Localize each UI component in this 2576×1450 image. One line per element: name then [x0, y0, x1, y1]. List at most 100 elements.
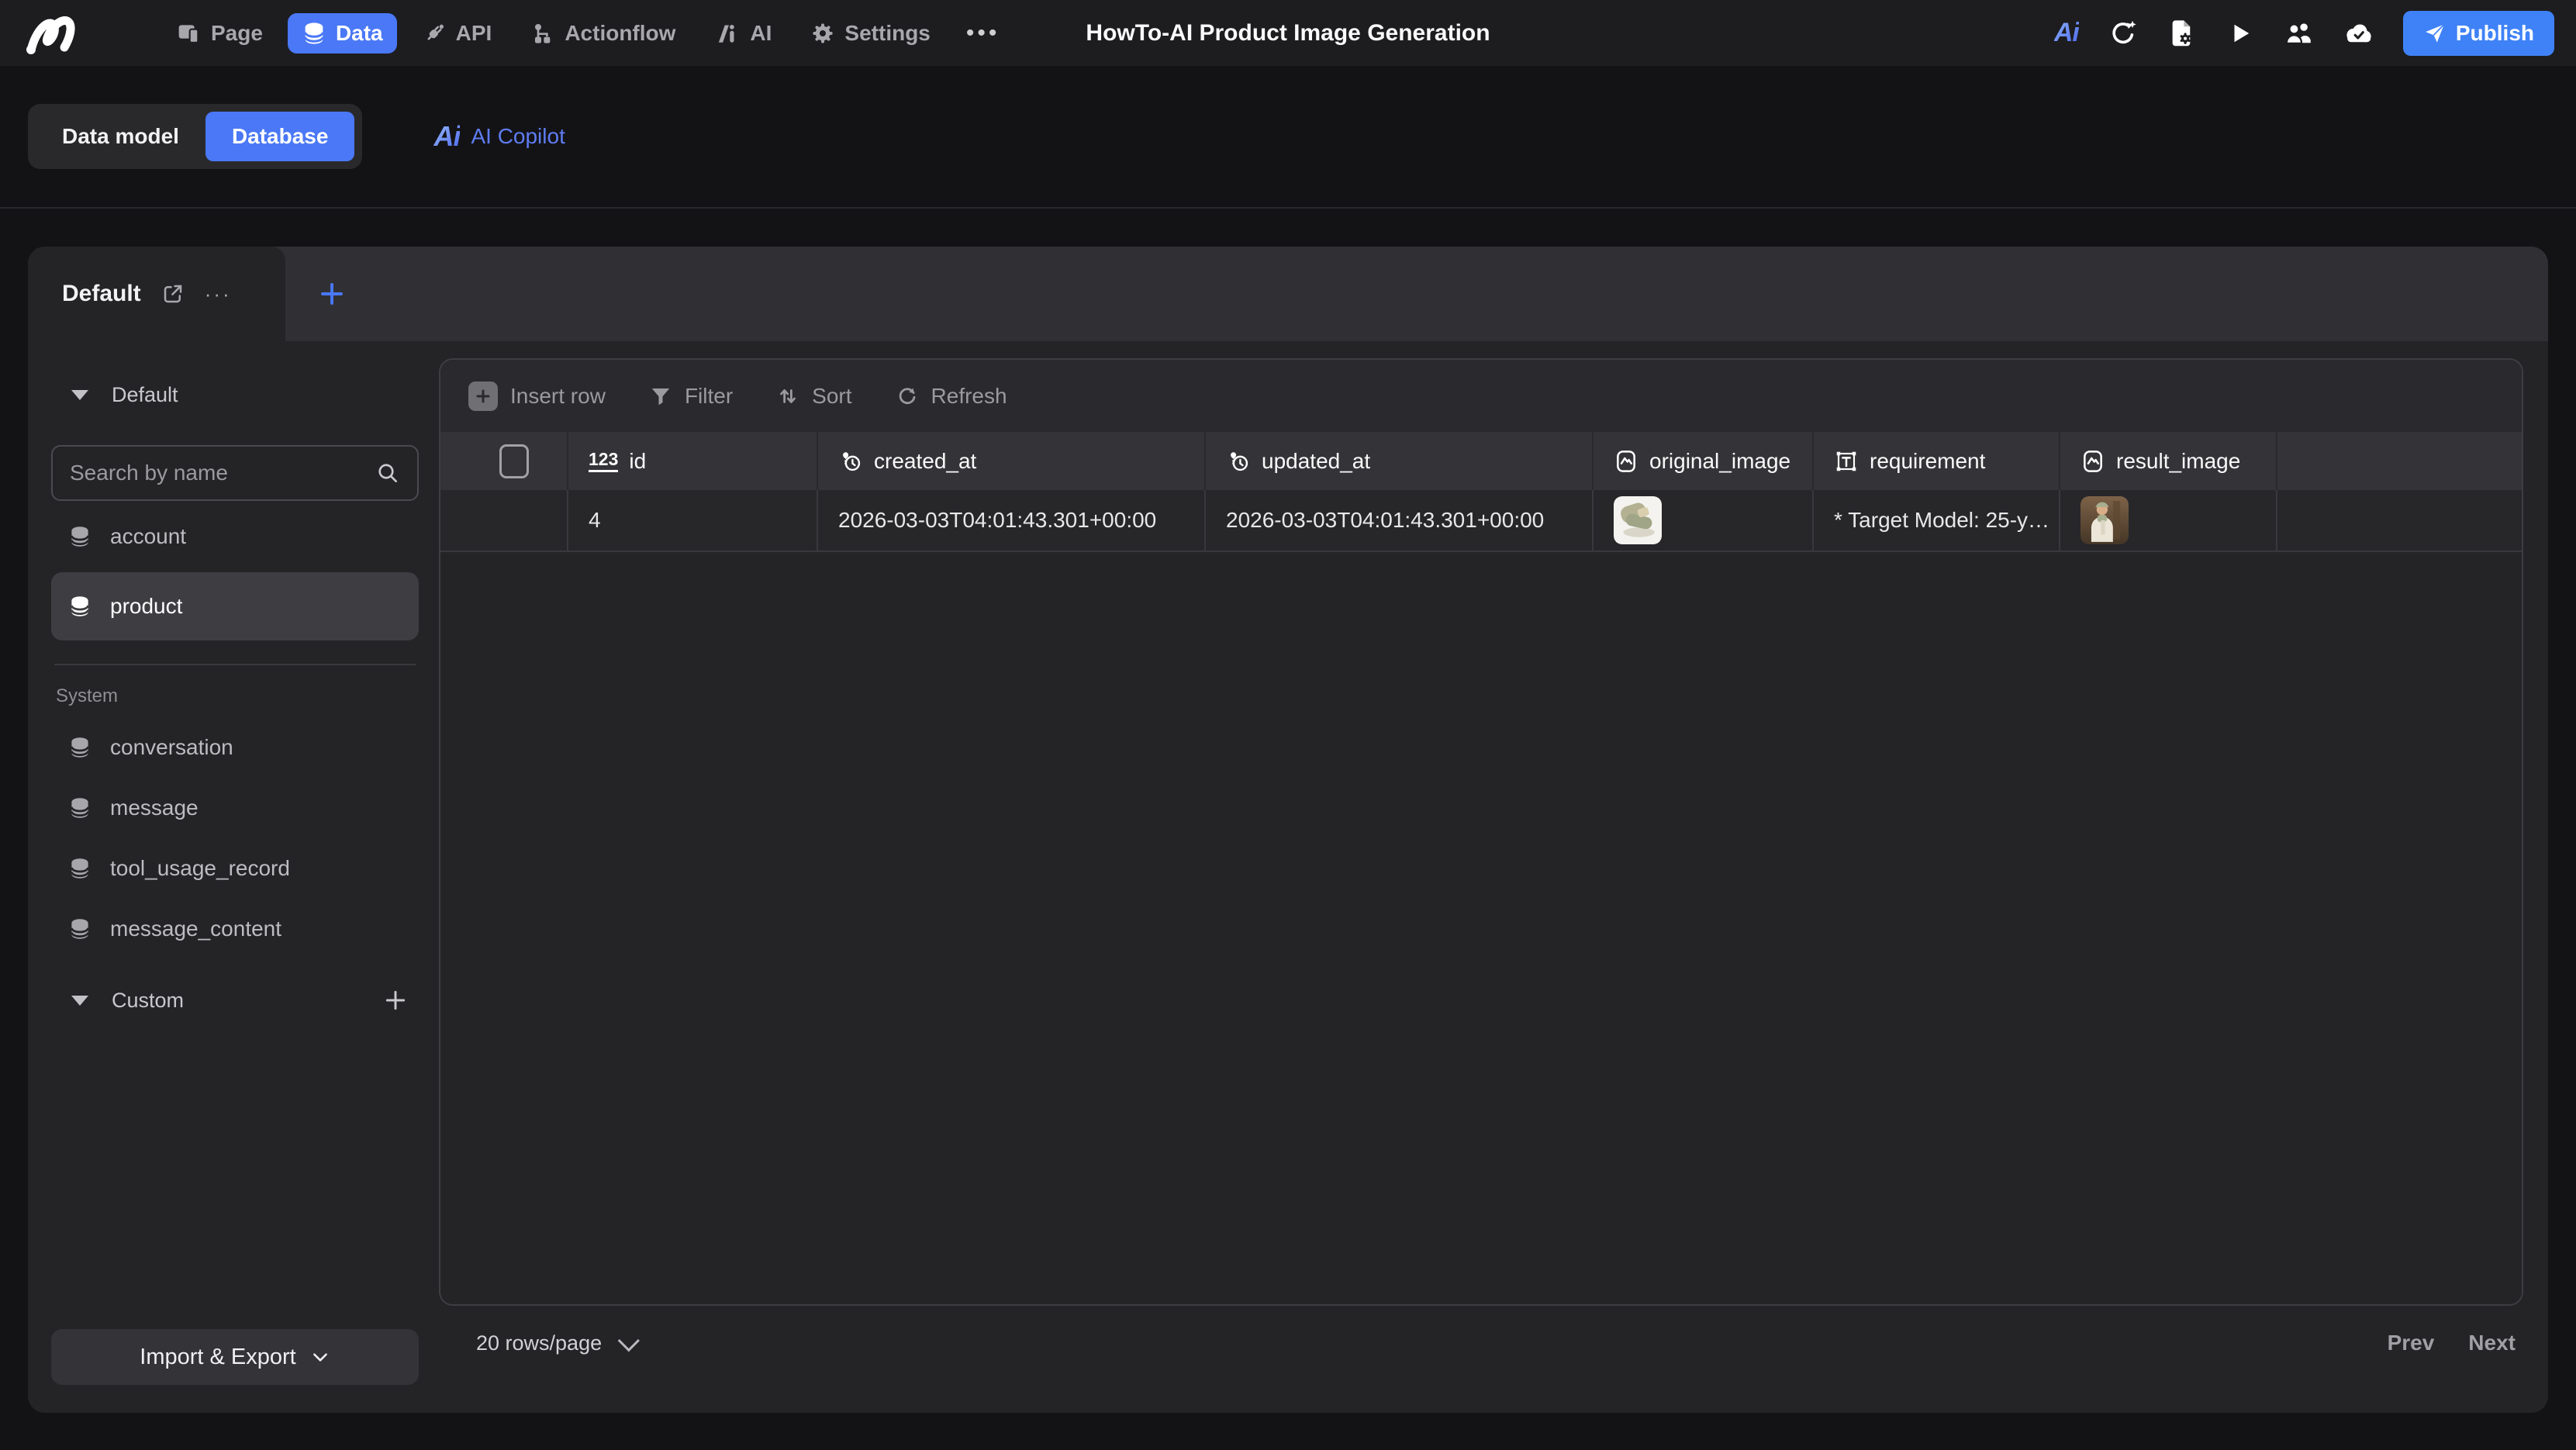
refresh-label: Refresh: [931, 384, 1007, 409]
database-table-icon: [68, 595, 92, 618]
cell-requirement[interactable]: * Target Model: 25-y…: [1814, 490, 2060, 551]
cloud-check-icon: [2343, 19, 2374, 48]
nav-item-actionflow[interactable]: Actionflow: [516, 13, 689, 54]
column-header-result-image[interactable]: result_image: [2060, 432, 2277, 490]
tables-sidebar: Default account: [28, 341, 439, 1413]
database-table-icon: [68, 917, 92, 941]
tab-default[interactable]: Default ···: [28, 247, 285, 341]
table-row[interactable]: 4 2026-03-03T04:01:43.301+00:00 2026-03-…: [440, 490, 2522, 552]
ai-logo-icon: Ai: [2054, 18, 2079, 47]
people-icon: [2284, 19, 2313, 48]
database-table-icon: [68, 736, 92, 759]
cloud-sync-button[interactable]: [2343, 19, 2374, 48]
refresh-button[interactable]: Refresh: [896, 384, 1007, 409]
header-select-all: [440, 432, 568, 490]
original-image-thumbnail[interactable]: [1614, 496, 1662, 544]
nav-item-ai[interactable]: AI: [700, 13, 786, 54]
database-table-icon: [68, 796, 92, 820]
collaborators-button[interactable]: [2284, 19, 2313, 48]
nav-item-label: Data: [336, 21, 383, 46]
column-label: requirement: [1870, 449, 1985, 474]
table-name: tool_usage_record: [110, 856, 290, 881]
column-header-id[interactable]: 123 id: [568, 432, 818, 490]
publish-button[interactable]: Publish: [2403, 11, 2554, 56]
rows-per-page-select[interactable]: 20 rows/page: [476, 1331, 634, 1355]
sidebar-item-conversation[interactable]: conversation: [51, 723, 419, 772]
column-header-requirement[interactable]: requirement: [1814, 432, 2060, 490]
search-input[interactable]: [70, 461, 375, 485]
system-section-label: System: [56, 685, 419, 707]
refresh-sparkle-icon: [2108, 19, 2138, 48]
import-export-label: Import & Export: [140, 1345, 295, 1370]
column-label: updated_at: [1262, 449, 1370, 474]
file-gear-icon: [2167, 19, 2197, 48]
select-all-checkbox[interactable]: [499, 444, 529, 478]
play-icon: [2226, 19, 2254, 47]
publish-label: Publish: [2456, 21, 2534, 46]
ai-copilot-button[interactable]: Ai AI Copilot: [433, 120, 565, 153]
sidebar-item-message-content[interactable]: message_content: [51, 904, 419, 954]
nav-item-api[interactable]: API: [408, 13, 506, 54]
sidebar-item-tool-usage-record[interactable]: tool_usage_record: [51, 844, 419, 893]
row-select-cell[interactable]: [440, 490, 568, 551]
open-in-new-icon[interactable]: [161, 282, 185, 306]
group-default[interactable]: Default: [51, 377, 419, 413]
table-header-row: 123 id created_at: [440, 432, 2522, 490]
cell-id[interactable]: 4: [568, 490, 818, 551]
cell-updated-at[interactable]: 2026-03-03T04:01:43.301+00:00: [1206, 490, 1594, 551]
ai-copilot-icon: Ai: [433, 120, 460, 153]
nav-item-label: AI: [750, 21, 772, 46]
page-icon: [177, 21, 202, 46]
chevron-down-icon: [310, 1347, 330, 1367]
file-settings-button[interactable]: [2167, 19, 2197, 48]
filter-button[interactable]: Filter: [649, 384, 733, 409]
rows-per-page-value: 20 rows/page: [476, 1331, 602, 1355]
cell-result-image[interactable]: [2060, 490, 2277, 551]
sidebar-item-message[interactable]: message: [51, 783, 419, 833]
plus-icon: [383, 988, 408, 1013]
add-sheet-button[interactable]: [285, 247, 378, 341]
cell-created-at[interactable]: 2026-03-03T04:01:43.301+00:00: [818, 490, 1206, 551]
momen-logo[interactable]: [0, 12, 116, 55]
plug-icon: [422, 21, 447, 46]
ai-assistant-button[interactable]: Ai: [2054, 18, 2079, 48]
brand-scribble-icon: [26, 12, 91, 55]
database-table-icon: [68, 857, 92, 880]
toggle-data-model[interactable]: Data model: [36, 124, 205, 149]
nav-item-settings[interactable]: Settings: [796, 13, 944, 54]
insert-row-button[interactable]: Insert row: [468, 381, 606, 411]
cell-filler: [2277, 490, 2522, 551]
nav-item-page[interactable]: Page: [163, 13, 277, 54]
next-page-button[interactable]: Next: [2468, 1331, 2516, 1355]
table-name: product: [110, 594, 182, 619]
prev-page-button[interactable]: Prev: [2388, 1331, 2435, 1355]
result-image-thumbnail[interactable]: [2080, 496, 2129, 544]
sidebar-item-product[interactable]: product: [51, 572, 419, 640]
sidebar-divider: [54, 664, 416, 665]
tab-options-button[interactable]: ···: [205, 282, 232, 306]
sort-button[interactable]: Sort: [776, 384, 851, 409]
pagination-bar: 20 rows/page Prev Next: [439, 1306, 2523, 1380]
tab-default-label: Default: [62, 281, 141, 307]
preview-play-button[interactable]: [2226, 19, 2254, 47]
cell-original-image[interactable]: [1594, 490, 1814, 551]
data-view-toggle: Data model Database: [28, 104, 362, 169]
table-main-area: Insert row Filter: [439, 341, 2548, 1413]
column-header-updated-at[interactable]: updated_at: [1206, 432, 1594, 490]
history-refresh-button[interactable]: [2108, 19, 2138, 48]
nav-item-data[interactable]: Data: [288, 13, 397, 54]
nav-more-button[interactable]: •••: [955, 20, 1011, 47]
column-header-created-at[interactable]: created_at: [818, 432, 1206, 490]
column-header-original-image[interactable]: original_image: [1594, 432, 1814, 490]
group-custom[interactable]: Custom: [51, 977, 419, 1024]
column-label: original_image: [1649, 449, 1790, 474]
project-title: HowTo-AI Product Image Generation: [1086, 20, 1490, 47]
column-label: id: [629, 449, 646, 474]
sidebar-item-account[interactable]: account: [51, 512, 419, 561]
sheet-tabstrip: Default ···: [28, 247, 2548, 341]
add-custom-table-button[interactable]: [378, 983, 413, 1017]
toggle-database[interactable]: Database: [205, 112, 355, 161]
database-icon: [302, 21, 326, 46]
plus-icon: [318, 280, 346, 308]
import-export-button[interactable]: Import & Export: [51, 1329, 419, 1385]
